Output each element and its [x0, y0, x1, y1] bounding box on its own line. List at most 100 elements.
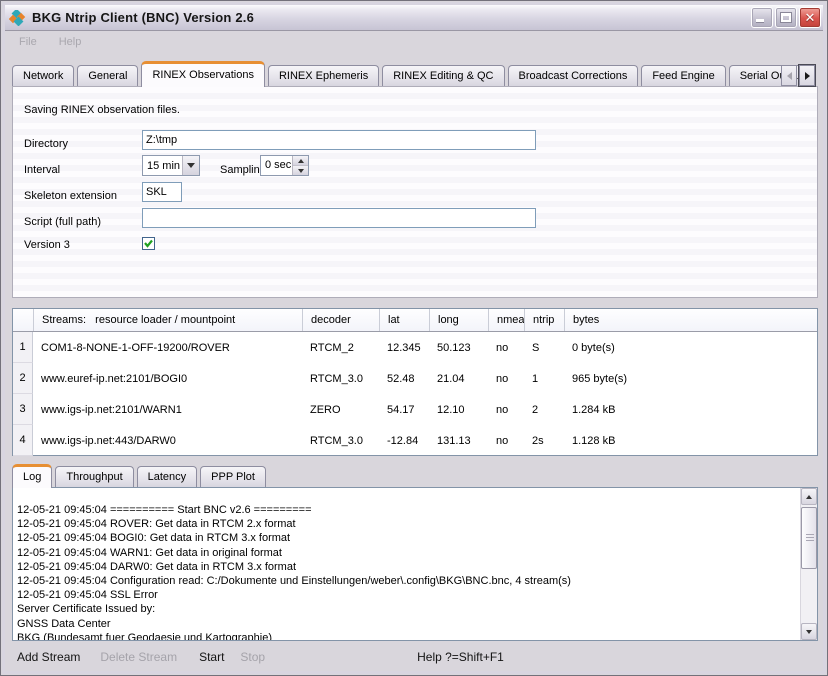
- table-row[interactable]: 2 www.euref-ip.net:2101/BOGI0 RTCM_3.0 5…: [13, 363, 817, 394]
- delete-stream-button[interactable]: Delete Stream: [94, 647, 183, 667]
- cell-lat[interactable]: 54.17: [379, 394, 429, 425]
- cell-mountpoint[interactable]: www.euref-ip.net:2101/BOGI0: [33, 363, 302, 394]
- streams-table-header: Streams: resource loader / mountpoint de…: [13, 309, 817, 332]
- cell-bytes[interactable]: 1.284 kB: [564, 394, 817, 425]
- tab-feed-engine[interactable]: Feed Engine: [641, 65, 725, 86]
- start-button[interactable]: Start: [193, 647, 230, 667]
- cell-decoder[interactable]: RTCM_2: [302, 332, 379, 363]
- maximize-button[interactable]: [775, 7, 797, 28]
- tab-log[interactable]: Log: [12, 464, 52, 488]
- menu-file[interactable]: File: [15, 34, 41, 50]
- cell-bytes[interactable]: 1.128 kB: [564, 425, 817, 456]
- cell-nmea[interactable]: no: [488, 425, 524, 456]
- log-panel: 12-05-21 09:45:04 ========== Start BNC v…: [12, 487, 818, 641]
- tab-ppp-plot[interactable]: PPP Plot: [200, 466, 266, 487]
- row-number[interactable]: 2: [13, 363, 33, 394]
- tab-rinex-ephemeris[interactable]: RINEX Ephemeris: [268, 65, 379, 86]
- log-output[interactable]: 12-05-21 09:45:04 ========== Start BNC v…: [13, 488, 799, 640]
- help-button[interactable]: Help ?=Shift+F1: [411, 647, 510, 667]
- cell-mountpoint[interactable]: COM1-8-NONE-1-OFF-19200/ROVER: [33, 332, 302, 363]
- sampling-value: 0 sec: [261, 156, 292, 175]
- cell-decoder[interactable]: RTCM_3.0: [302, 363, 379, 394]
- cell-long[interactable]: 50.123: [429, 332, 488, 363]
- scroll-up-icon: [806, 495, 812, 499]
- table-row[interactable]: 3 www.igs-ip.net:2101/WARN1 ZERO 54.17 1…: [13, 394, 817, 425]
- streams-table: Streams: resource loader / mountpoint de…: [12, 308, 818, 456]
- arrow-left-icon: [787, 72, 792, 80]
- cell-long[interactable]: 21.04: [429, 363, 488, 394]
- tab-rinex-observations[interactable]: RINEX Observations: [141, 61, 264, 87]
- cell-long[interactable]: 131.13: [429, 425, 488, 456]
- cell-mountpoint[interactable]: www.igs-ip.net:2101/WARN1: [33, 394, 302, 425]
- directory-input[interactable]: Z:\tmp: [142, 130, 536, 150]
- main-tab-bar: Network General RINEX Observations RINEX…: [12, 60, 816, 86]
- scroll-down-button[interactable]: [801, 623, 817, 640]
- stop-button[interactable]: Stop: [234, 647, 271, 667]
- tab-rinex-editing-qc[interactable]: RINEX Editing & QC: [382, 65, 504, 86]
- header-mountpoint[interactable]: Streams: resource loader / mountpoint: [33, 309, 302, 331]
- cell-lat[interactable]: -12.84: [379, 425, 429, 456]
- sampling-up-button[interactable]: [293, 156, 308, 165]
- cell-decoder[interactable]: ZERO: [302, 394, 379, 425]
- cell-nmea[interactable]: no: [488, 394, 524, 425]
- header-ntrip[interactable]: ntrip: [524, 309, 564, 331]
- cell-nmea[interactable]: no: [488, 332, 524, 363]
- cell-ntrip[interactable]: 2: [524, 394, 564, 425]
- header-long[interactable]: long: [429, 309, 488, 331]
- cell-lat[interactable]: 12.345: [379, 332, 429, 363]
- tab-throughput[interactable]: Throughput: [55, 466, 133, 487]
- cell-lat[interactable]: 52.48: [379, 363, 429, 394]
- tab-general[interactable]: General: [77, 65, 138, 86]
- minimize-button[interactable]: [751, 7, 773, 28]
- title-bar[interactable]: BKG Ntrip Client (BNC) Version 2.6 ✕: [5, 5, 823, 31]
- cell-bytes[interactable]: 965 byte(s): [564, 363, 817, 394]
- window-title: BKG Ntrip Client (BNC) Version 2.6: [32, 10, 254, 25]
- table-row[interactable]: 4 www.igs-ip.net:443/DARW0 RTCM_3.0 -12.…: [13, 425, 817, 456]
- row-number[interactable]: 4: [13, 425, 33, 456]
- directory-label: Directory: [24, 138, 68, 150]
- cell-mountpoint[interactable]: www.igs-ip.net:443/DARW0: [33, 425, 302, 456]
- cell-nmea[interactable]: no: [488, 363, 524, 394]
- header-lat[interactable]: lat: [379, 309, 429, 331]
- sampling-stepper[interactable]: 0 sec: [260, 155, 309, 176]
- arrow-right-icon: [805, 72, 810, 80]
- cell-ntrip[interactable]: 2s: [524, 425, 564, 456]
- cell-ntrip[interactable]: S: [524, 332, 564, 363]
- version3-checkbox[interactable]: [142, 237, 155, 250]
- scroll-up-button[interactable]: [801, 488, 817, 505]
- panel-description: Saving RINEX observation files.: [24, 104, 180, 116]
- skeleton-extension-input[interactable]: SKL: [142, 182, 182, 202]
- header-nmea[interactable]: nmea: [488, 309, 524, 331]
- row-number[interactable]: 3: [13, 394, 33, 425]
- scrollbar-thumb[interactable]: [801, 507, 817, 569]
- close-button[interactable]: ✕: [799, 7, 821, 28]
- log-line: 12-05-21 09:45:04 Configuration read: C:…: [17, 574, 797, 588]
- skeleton-extension-label: Skeleton extension: [24, 190, 117, 202]
- cell-ntrip[interactable]: 1: [524, 363, 564, 394]
- bnc-app-icon: [9, 10, 27, 26]
- tab-scroll-left-button[interactable]: [781, 65, 797, 86]
- cell-decoder[interactable]: RTCM_3.0: [302, 425, 379, 456]
- add-stream-button[interactable]: Add Stream: [11, 647, 86, 667]
- interval-dropdown-button[interactable]: [182, 156, 199, 175]
- cell-bytes[interactable]: 0 byte(s): [564, 332, 817, 363]
- header-bytes[interactable]: bytes: [564, 309, 817, 331]
- menu-help[interactable]: Help: [55, 34, 86, 50]
- spin-up-icon: [298, 159, 304, 163]
- maximize-icon: [781, 13, 791, 22]
- tab-network[interactable]: Network: [12, 65, 74, 86]
- sampling-down-button[interactable]: [293, 165, 308, 175]
- script-path-input[interactable]: [142, 208, 536, 228]
- header-decoder[interactable]: decoder: [302, 309, 379, 331]
- tab-latency[interactable]: Latency: [137, 466, 198, 487]
- table-row[interactable]: 1 COM1-8-NONE-1-OFF-19200/ROVER RTCM_2 1…: [13, 332, 817, 363]
- row-number[interactable]: 1: [13, 332, 33, 363]
- log-line: 12-05-21 09:45:04 DARW0: Get data in RTC…: [17, 560, 797, 574]
- header-rownum: [13, 309, 33, 331]
- tab-broadcast-corrections[interactable]: Broadcast Corrections: [508, 65, 639, 86]
- log-scrollbar[interactable]: [800, 488, 817, 640]
- log-line: 12-05-21 09:45:04 ROVER: Get data in RTC…: [17, 517, 797, 531]
- cell-long[interactable]: 12.10: [429, 394, 488, 425]
- interval-select[interactable]: 15 min: [142, 155, 200, 176]
- tab-scroll-right-button[interactable]: [799, 65, 815, 86]
